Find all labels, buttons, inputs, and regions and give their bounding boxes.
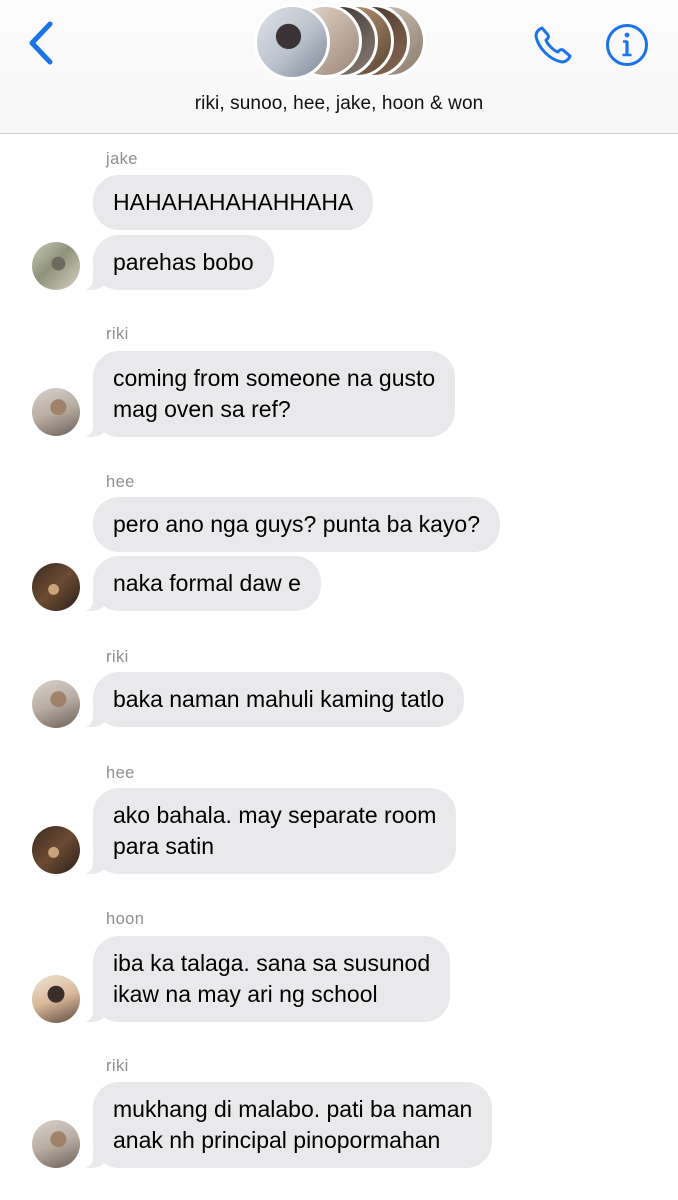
sender-name: hoon (106, 910, 145, 928)
message-bubble[interactable]: pero ano nga guys? punta ba kayo? (93, 497, 501, 552)
message-bubble[interactable]: parehas bobo (81, 235, 274, 290)
message-bubble[interactable]: ako bahala. may separate room para satin (80, 788, 457, 874)
chevron-left-icon (29, 21, 53, 65)
avatar-hoon[interactable] (32, 975, 80, 1023)
message-text: ako bahala. may separate room para satin (113, 802, 437, 859)
sender-name: riki (106, 1057, 129, 1075)
message-text: baka naman mahuli kaming tatlo (113, 686, 445, 712)
message-bubble[interactable]: baka naman mahuli kaming tatlo (80, 672, 465, 727)
info-button[interactable] (604, 22, 650, 68)
message-text: mukhang di malabo. pati ba naman anak nh … (113, 1096, 473, 1153)
chat-header: riki, sunoo, hee, jake, hoon & won (0, 0, 678, 134)
message-bubble[interactable]: naka formal daw e (81, 556, 321, 611)
message-bubble[interactable]: HAHAHAHAHAHHAHA (93, 175, 374, 230)
avatar-riki[interactable] (32, 680, 80, 728)
message-bubble[interactable]: mukhang di malabo. pati ba naman anak nh … (80, 1082, 493, 1168)
sender-name: hee (106, 473, 135, 491)
message-thread[interactable]: jake HAHAHAHAHAHHAHA parehas bobo riki c… (0, 135, 678, 1200)
info-icon (606, 24, 648, 66)
group-avatar-stack[interactable] (254, 4, 430, 80)
message-text: pero ano nga guys? punta ba kayo? (113, 511, 481, 537)
sender-name: jake (106, 150, 138, 168)
message-text: naka formal daw e (113, 570, 301, 596)
avatar-hee[interactable] (32, 826, 80, 874)
group-title[interactable]: riki, sunoo, hee, jake, hoon & won (0, 93, 678, 115)
avatar-jake[interactable] (32, 242, 80, 290)
sender-name: riki (106, 325, 129, 343)
message-text: iba ka talaga. sana sa susunod ikaw na ma… (113, 950, 431, 1007)
avatar-riki[interactable] (32, 388, 80, 436)
sender-name: riki (106, 648, 129, 666)
sender-name: hee (106, 764, 135, 782)
message-text: coming from someone na gusto mag oven sa … (113, 365, 436, 422)
phone-icon (534, 26, 572, 64)
avatar-riki[interactable] (32, 1120, 80, 1168)
message-bubble[interactable]: coming from someone na gusto mag oven sa … (80, 351, 456, 437)
avatar-hee[interactable] (32, 563, 80, 611)
call-button[interactable] (530, 22, 576, 68)
back-button[interactable] (22, 20, 62, 66)
group-member-avatar (254, 4, 330, 80)
message-bubble[interactable]: iba ka talaga. sana sa susunod ikaw na ma… (80, 936, 451, 1022)
message-text: parehas bobo (113, 249, 254, 275)
message-text: HAHAHAHAHAHHAHA (113, 189, 354, 215)
